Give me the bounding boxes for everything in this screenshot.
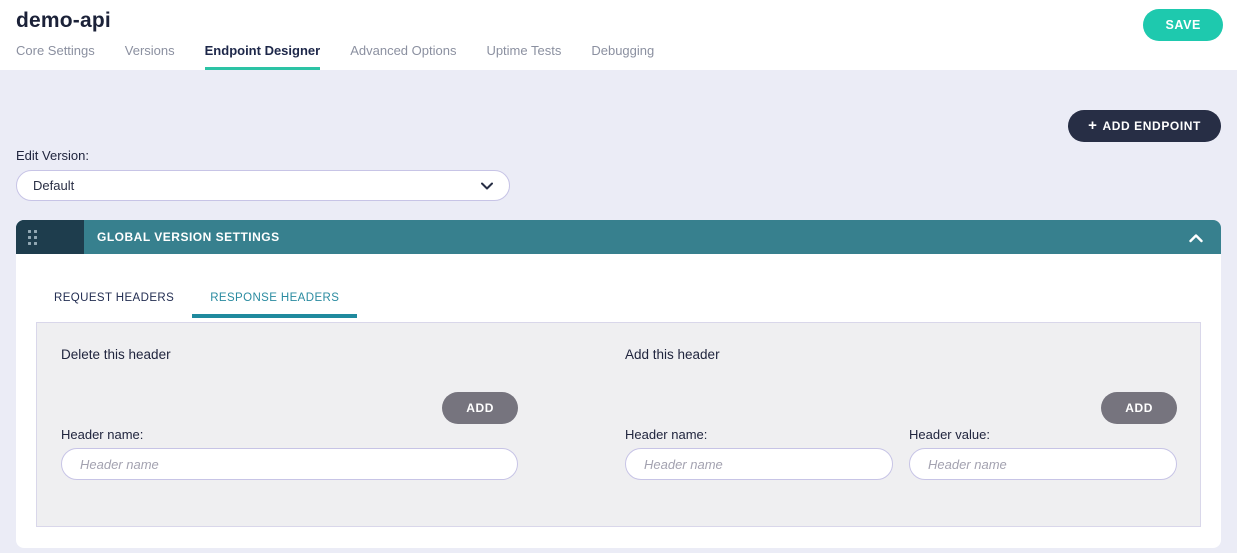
version-select-value: Default [33,178,75,193]
add-endpoint-row: + ADD ENDPOINT [16,70,1221,142]
tab-debugging[interactable]: Debugging [591,43,654,70]
delete-header-name-input[interactable] [61,448,518,480]
add-header-section: Add this header ADD Header name: Header … [625,347,1177,526]
add-header-name-label: Header name: [625,427,708,442]
add-header-value-input[interactable] [909,448,1177,480]
card-body: REQUEST HEADERS RESPONSE HEADERS Delete … [16,254,1221,548]
save-button[interactable]: SAVE [1143,9,1223,41]
page-header: demo-api SAVE Core Settings Versions End… [0,0,1237,70]
global-version-settings-header[interactable]: GLOBAL VERSION SETTINGS [16,220,1221,254]
tab-endpoint-designer[interactable]: Endpoint Designer [204,43,321,70]
version-select[interactable]: Default [16,170,510,201]
tab-request-headers[interactable]: REQUEST HEADERS [36,292,192,318]
delete-header-add-button[interactable]: ADD [442,392,518,424]
add-header-value-label: Header value: [909,427,990,442]
tab-response-headers[interactable]: RESPONSE HEADERS [192,292,358,318]
add-header-name-input[interactable] [625,448,893,480]
chevron-down-icon [481,178,493,193]
drag-handle[interactable] [16,220,84,254]
add-endpoint-label: ADD ENDPOINT [1102,119,1201,133]
headers-tab-bar: REQUEST HEADERS RESPONSE HEADERS [36,292,1201,318]
chevron-up-icon[interactable] [1189,230,1203,248]
card-bar-title: GLOBAL VERSION SETTINGS [97,230,280,244]
edit-version-label: Edit Version: [16,148,89,163]
global-version-settings-card: GLOBAL VERSION SETTINGS REQUEST HEADERS … [16,220,1221,548]
add-header-add-button[interactable]: ADD [1101,392,1177,424]
delete-header-name-label: Header name: [61,427,144,442]
edit-version-block: Edit Version: Default [16,148,1221,201]
tab-core-settings[interactable]: Core Settings [16,43,95,70]
tab-versions[interactable]: Versions [125,43,175,70]
tab-advanced-options[interactable]: Advanced Options [350,43,456,70]
response-headers-panel: Delete this header ADD Header name: Add … [36,322,1201,527]
delete-header-section: Delete this header ADD Header name: [61,347,518,526]
tab-uptime-tests[interactable]: Uptime Tests [486,43,561,70]
main-tab-bar: Core Settings Versions Endpoint Designer… [16,43,654,70]
delete-header-title: Delete this header [61,347,171,362]
add-endpoint-button[interactable]: + ADD ENDPOINT [1068,110,1221,142]
plus-icon: + [1088,117,1098,134]
drag-dots-icon [28,229,37,245]
page-title: demo-api [16,9,111,32]
add-header-title: Add this header [625,347,720,362]
content-area: + ADD ENDPOINT Edit Version: Default GLO… [0,70,1237,553]
